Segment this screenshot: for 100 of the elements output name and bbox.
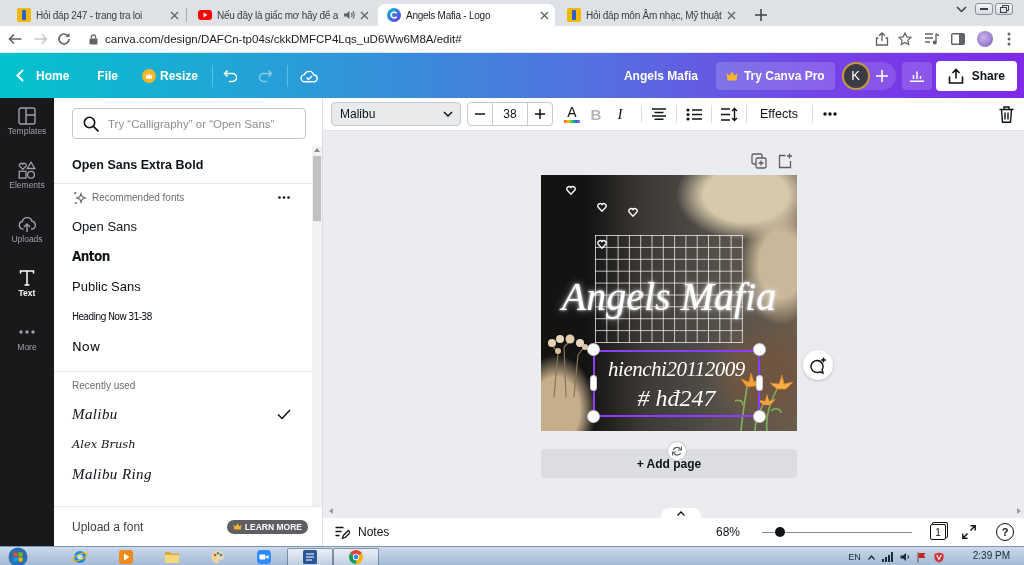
speaker-icon[interactable] [899,552,910,562]
font-option[interactable]: Heading Now 31-38 [54,301,312,331]
new-page-icon[interactable] [777,153,793,169]
share-icon[interactable] [875,32,889,46]
browser-tab[interactable]: Hỏi đáp môn Âm nhạc, Mỹ thuật [558,4,742,26]
start-orb-icon[interactable] [8,547,28,565]
bullet-list-icon[interactable] [686,107,702,121]
browser-icon [348,549,364,565]
more-options-icon[interactable] [278,196,290,199]
share-button[interactable]: Share [935,60,1017,91]
media-control-icon[interactable] [925,33,939,45]
notes-button[interactable]: Notes [335,520,390,544]
signal-icon[interactable] [881,552,893,562]
user-avatar[interactable]: K [841,61,870,90]
menu-icon[interactable] [1007,32,1011,46]
try-pro-button[interactable]: Try Canva Pro [715,61,835,90]
close-icon[interactable] [360,10,369,20]
resize-handle[interactable] [757,376,762,390]
text-tool-icon [18,269,36,287]
chevron-down-icon[interactable] [956,5,967,13]
zoom-slider-thumb[interactable] [775,527,785,537]
trash-icon[interactable] [998,105,1014,123]
browser-tab[interactable]: Hỏi đáp 247 - trang tra loi [8,4,185,26]
close-icon[interactable] [540,10,549,20]
address-field[interactable]: canva.com/design/DAFCn-tp04s/ckkDMFCP4Lqs_uD6Ww6M8A/edit# [79,28,918,50]
sidebar-item[interactable]: Text [0,269,54,323]
text-color-button[interactable]: A [560,102,584,126]
scrollbar-thumb[interactable] [313,156,321,221]
avatar-icon[interactable] [977,31,993,47]
lock-icon [89,33,98,45]
fullscreen-icon[interactable] [962,525,976,539]
zoom-percentage-text[interactable]: 68% [715,525,740,539]
browser-tab[interactable]: Angels Mafia - Logo [378,4,555,26]
resize-handle[interactable] [588,411,599,422]
undo-icon[interactable] [223,67,240,84]
restore-button[interactable] [995,3,1013,15]
font-option[interactable]: Public Sans [54,271,312,301]
sidebar-item[interactable]: More [0,323,54,377]
add-comment-button[interactable] [803,350,833,380]
arrow-left-icon[interactable] [8,33,22,45]
sidebar-icon[interactable] [951,33,965,45]
sidebar-item[interactable]: Elements [0,161,54,215]
duplicate-icon[interactable] [751,153,767,169]
effects-button[interactable]: Effects [752,102,806,126]
video-camera-icon [256,549,272,565]
design-text: hienchi20112009 [608,355,745,383]
taskbar-app-button[interactable] [333,547,379,565]
page-count-button[interactable]: 1 [930,524,946,540]
learn-more-button[interactable]: LEARN MORE [226,519,308,534]
resize-handle[interactable] [588,344,599,355]
font-option[interactable]: Alex Brush [54,429,312,459]
browser-tab[interactable]: Nếu đây là giấc mơ hãy để a [189,4,375,26]
font-option[interactable]: Now [54,331,312,361]
italic-button[interactable]: I [608,102,632,126]
rotate-icon [672,446,682,456]
sparkle-icon [73,190,87,205]
resize-handle[interactable] [754,344,765,355]
minimize-button[interactable] [975,3,993,15]
font-option[interactable]: Open Sans [54,211,312,241]
font-dropdown[interactable]: Malibu [331,102,461,126]
font-size-field[interactable]: 38 [492,103,528,125]
align-center-icon[interactable] [651,108,667,120]
hide-pages-button[interactable] [661,508,701,518]
add-page-button[interactable]: + Add page [541,449,797,478]
scroll-up-icon[interactable] [314,148,320,152]
new-tab-plus-icon[interactable] [754,9,767,21]
close-icon[interactable] [170,10,179,20]
share-icon [947,67,964,84]
cloud-check-icon[interactable] [300,68,319,83]
taskbar-app-button[interactable] [287,547,333,565]
design-title-text[interactable]: Angels Mafia [623,68,698,83]
rotate-handle[interactable] [668,442,686,460]
sidebar-item[interactable]: Uploads [0,215,54,269]
font-size-stepper[interactable]: 38 [467,102,553,126]
plus-icon[interactable] [535,109,545,119]
chevron-up-icon[interactable] [867,554,875,560]
chevron-up-icon [677,510,685,516]
speaker-icon[interactable] [343,9,355,21]
notes-icon [335,525,350,539]
globe-icon [72,549,88,565]
flag-icon[interactable] [916,551,927,563]
insights-button[interactable] [901,61,932,90]
star-icon[interactable] [898,32,912,46]
clock-text[interactable]: 2:39 PM [972,550,1010,561]
font-option[interactable]: Malibu Ring [54,459,312,489]
crown-icon [142,68,156,83]
font-option[interactable]: Malibu [54,399,312,429]
shapes-icon [18,161,36,179]
shield-icon[interactable] [933,551,944,563]
font-option[interactable]: Anton [54,241,312,271]
upload-font-link[interactable]: Upload a font [72,519,144,534]
close-icon[interactable] [726,10,736,20]
line-spacing-icon[interactable] [720,106,738,122]
sidebar-item[interactable]: Templates [0,107,54,161]
language-indicator[interactable]: EN [848,552,861,562]
resize-handle[interactable] [754,411,765,422]
more-icon[interactable] [823,112,837,116]
color-swatch-icon [564,120,580,123]
reload-icon[interactable] [57,32,71,46]
resize-handle[interactable] [591,376,596,390]
